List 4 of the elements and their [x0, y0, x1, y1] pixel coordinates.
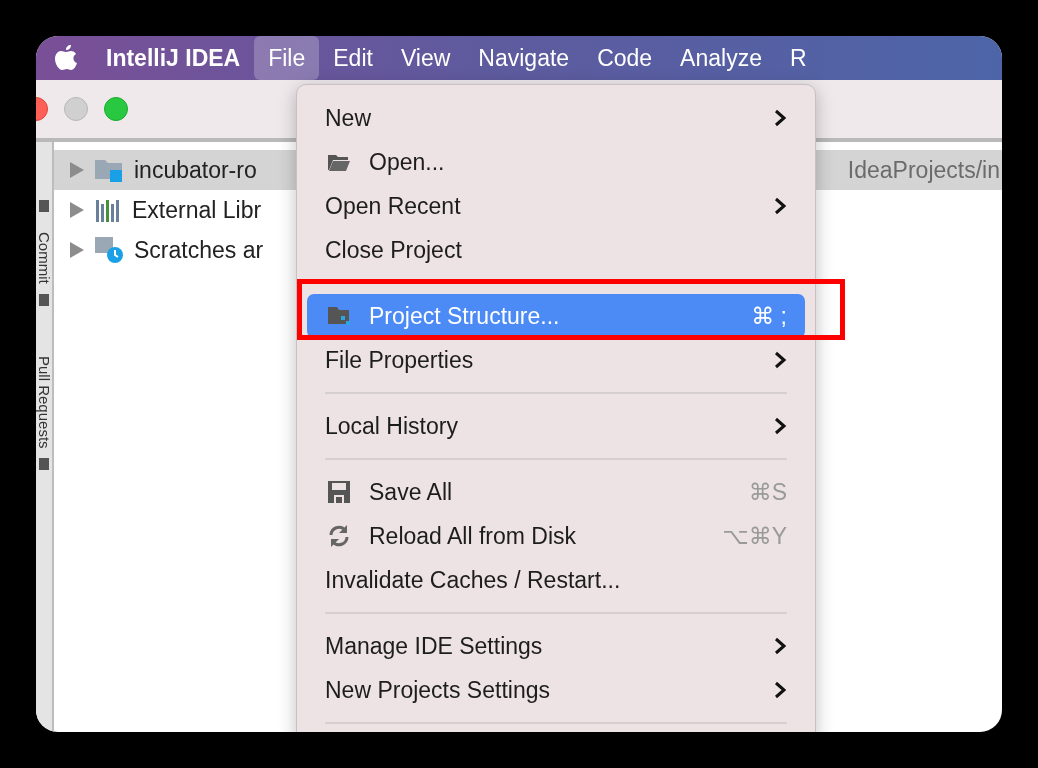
- tree-label: incubator-ro: [134, 156, 257, 184]
- tree-label: External Libr: [132, 196, 262, 224]
- project-path: IdeaProjects/in: [847, 156, 1001, 184]
- tree-label: Scratches ar: [134, 236, 264, 264]
